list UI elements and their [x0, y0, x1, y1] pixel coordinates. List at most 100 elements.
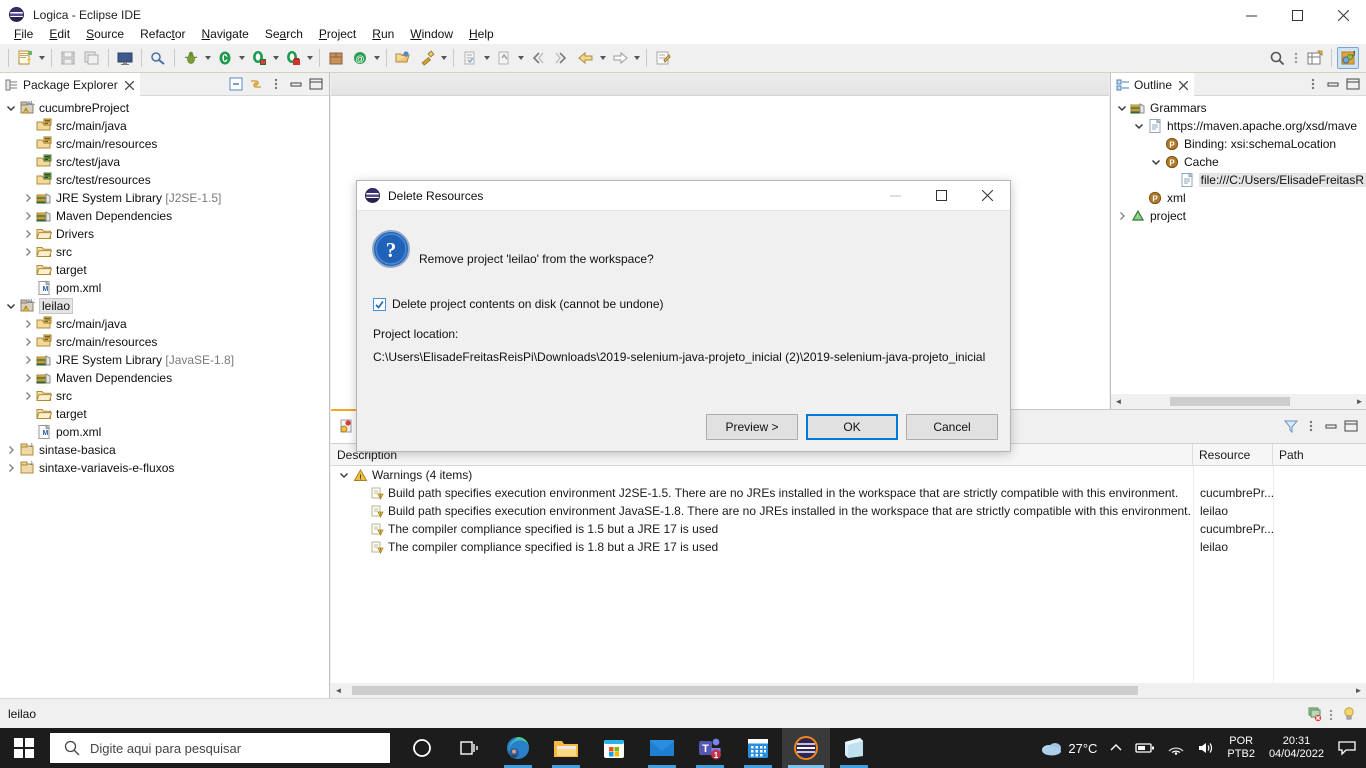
java-ee-perspective-icon[interactable]: J	[1337, 47, 1359, 69]
chevron-down-icon[interactable]	[1149, 154, 1163, 170]
menu-refactor[interactable]: Refactor	[132, 25, 193, 43]
maximize-icon[interactable]	[1344, 75, 1362, 93]
minimize-icon[interactable]	[1324, 75, 1342, 93]
outline-scroll-track[interactable]	[1126, 394, 1352, 409]
debug-icon[interactable]	[180, 47, 202, 69]
battery-icon[interactable]	[1129, 728, 1161, 768]
run-icon[interactable]	[214, 47, 236, 69]
dialog-maximize-button[interactable]	[918, 181, 964, 211]
new-wizard-icon[interactable]	[14, 47, 36, 69]
chevron-right-icon[interactable]	[21, 370, 35, 386]
external-tools-dropdown[interactable]	[305, 47, 315, 69]
tab-outline[interactable]: Outline	[1111, 72, 1195, 96]
tree-item[interactable]: Mpom.xml	[0, 423, 329, 441]
column-header-path[interactable]: Path	[1273, 444, 1366, 466]
microsoft-teams-icon[interactable]: T 1	[686, 728, 734, 768]
build-error-icon[interactable]	[1306, 705, 1324, 723]
menu-project[interactable]: Project	[311, 25, 364, 43]
toggle-markoccurrences-icon[interactable]	[416, 47, 438, 69]
ok-button[interactable]: OK	[806, 414, 898, 440]
table-row[interactable]: ! Build path specifies execution environm…	[331, 484, 1366, 502]
package-explorer-tree[interactable]: M J! cucumbreProject src/main/java src/main…	[0, 96, 329, 696]
new-annotation-dropdown[interactable]	[372, 47, 382, 69]
close-icon[interactable]	[124, 80, 134, 90]
save-icon[interactable]	[57, 47, 79, 69]
tree-item[interactable]: src	[0, 243, 329, 261]
tree-item[interactable]: src/main/resources	[0, 333, 329, 351]
chevron-right-icon[interactable]	[4, 442, 18, 458]
problems-hscrollbar[interactable]: ◄ ►	[331, 683, 1366, 698]
delete-contents-checkbox[interactable]: Delete project contents on disk (cannot …	[373, 297, 664, 311]
tree-item[interactable]: src/test/resources	[0, 171, 329, 189]
new-console-icon[interactable]	[114, 47, 136, 69]
checkbox-box[interactable]	[373, 297, 386, 311]
collapse-all-icon[interactable]	[227, 75, 245, 93]
new-annotation-icon[interactable]: @	[349, 47, 371, 69]
tree-item[interactable]: Pxml	[1111, 189, 1366, 207]
tree-item[interactable]: src/main/resources	[0, 135, 329, 153]
search-input[interactable]: Digite aqui para pesquisar	[50, 733, 390, 763]
tree-item[interactable]: P Cache	[1111, 153, 1366, 171]
forward-dropdown[interactable]	[632, 47, 642, 69]
status-menu-icon[interactable]	[1324, 707, 1338, 721]
menu-search[interactable]: Search	[257, 25, 311, 43]
eclipse-icon[interactable]	[782, 728, 830, 768]
back-dropdown[interactable]	[598, 47, 608, 69]
run-last-dropdown[interactable]	[271, 47, 281, 69]
chevron-right-icon[interactable]	[21, 352, 35, 368]
dialog-close-button[interactable]	[964, 181, 1010, 211]
tree-item[interactable]: Drivers	[0, 225, 329, 243]
task-view-icon[interactable]	[446, 728, 494, 768]
scroll-left-arrow[interactable]: ◄	[331, 683, 346, 698]
scroll-right-arrow[interactable]: ►	[1352, 394, 1366, 409]
chevron-right-icon[interactable]	[21, 244, 35, 260]
tree-item[interactable]: project	[1111, 207, 1366, 225]
chevron-right-icon[interactable]	[21, 208, 35, 224]
tree-item[interactable]: Grammars	[1111, 99, 1366, 117]
problems-group-row[interactable]: ! Warnings (4 items)	[331, 466, 1366, 484]
menu-help[interactable]: Help	[461, 25, 502, 43]
tree-item[interactable]: P Binding: xsi:schemaLocation	[1111, 135, 1366, 153]
tree-item[interactable]: src	[0, 387, 329, 405]
action-center-icon[interactable]	[1332, 740, 1366, 756]
preview-button[interactable]: Preview >	[706, 414, 798, 440]
microsoft-store-icon[interactable]	[590, 728, 638, 768]
outline-scroll-thumb[interactable]	[1170, 397, 1290, 406]
table-row[interactable]: ! The compiler compliance specified is 1.…	[331, 538, 1366, 556]
cancel-button[interactable]: Cancel	[906, 414, 998, 440]
run-last-tool-icon[interactable]	[248, 47, 270, 69]
chevron-right-icon[interactable]	[21, 190, 35, 206]
debug-dropdown[interactable]	[203, 47, 213, 69]
minimize-icon[interactable]	[1321, 417, 1341, 435]
chevron-right-icon[interactable]	[21, 316, 35, 332]
mail-icon[interactable]	[638, 728, 686, 768]
maximize-icon[interactable]	[307, 75, 325, 93]
outline-hscrollbar[interactable]: ◄ ►	[1111, 394, 1366, 409]
menu-edit[interactable]: Edit	[41, 25, 78, 43]
chevron-down-icon[interactable]	[1115, 100, 1129, 116]
scroll-right-arrow[interactable]: ►	[1351, 683, 1366, 698]
tree-item[interactable]: Mpom.xml	[0, 279, 329, 297]
problems-scroll-thumb[interactable]	[352, 686, 1138, 695]
tip-of-the-day-icon[interactable]	[1340, 705, 1358, 723]
menu-navigate[interactable]: Navigate	[193, 25, 256, 43]
tree-item[interactable]: src/main/java	[0, 117, 329, 135]
chevron-right-icon[interactable]	[4, 460, 18, 476]
skip-breakpoints-icon[interactable]	[147, 47, 169, 69]
outline-tree[interactable]: Grammars https://maven.apache.org/xsd/mav…	[1111, 96, 1366, 391]
cortana-icon[interactable]	[398, 728, 446, 768]
microsoft-edge-icon[interactable]	[494, 728, 542, 768]
view-menu-icon[interactable]	[1304, 75, 1322, 93]
previous-edit-icon[interactable]	[527, 47, 549, 69]
wifi-icon[interactable]	[1161, 728, 1191, 768]
tree-item[interactable]: Jsintase-basica	[0, 441, 329, 459]
tab-package-explorer[interactable]: Package Explorer	[0, 72, 140, 96]
new-editor-icon[interactable]	[652, 47, 674, 69]
tree-item[interactable]: https://maven.apache.org/xsd/mave	[1111, 117, 1366, 135]
next-annotation-icon[interactable]	[459, 47, 481, 69]
next-annotation-dropdown[interactable]	[482, 47, 492, 69]
table-row[interactable]: ! The compiler compliance specified is 1.…	[331, 520, 1366, 538]
show-hidden-icons-icon[interactable]	[1103, 728, 1129, 768]
back-icon[interactable]	[575, 47, 597, 69]
table-row[interactable]: ! Build path specifies execution environm…	[331, 502, 1366, 520]
